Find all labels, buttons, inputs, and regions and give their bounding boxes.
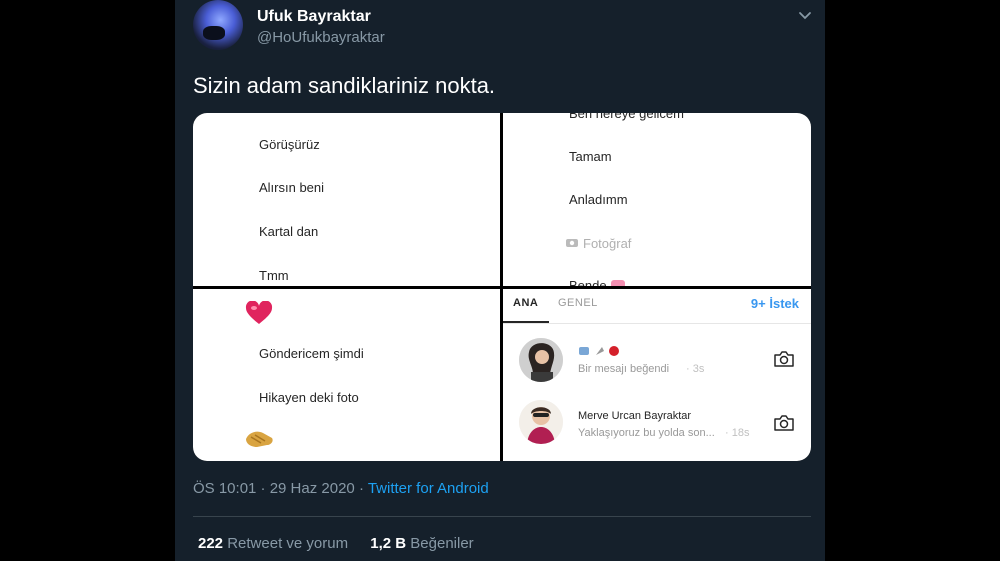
message: Görüşürüz [259,137,320,152]
author-avatar[interactable] [193,0,243,50]
retweets-stat[interactable]: 222 Retweet ve yorum [198,535,348,552]
message: Anladımm [569,192,628,207]
likes-label: Beğeniler [410,535,474,552]
message-cut: Bende [569,278,607,286]
chevron-down-icon[interactable] [796,6,814,24]
tab-divider [503,323,811,324]
tweet-text: Sizin adam sandiklariniz nokta. [193,73,496,98]
thread-title: Merve Urcan Bayraktar [578,410,692,422]
divider [193,516,811,517]
chat-screenshot-3: Göndericem şimdi Hikayen deki foto [193,289,500,461]
tweet-metadata: ÖS 10:01 · 29 Haz 2020 · Twitter for And… [193,480,489,497]
tweet-media[interactable]: Görüşürüz Alırsın beni Kartal dan Tmm Be… [193,113,811,461]
message-cut: Ben nereye gelicem [569,113,684,121]
message: Alırsın beni [259,180,325,195]
tab-genel[interactable]: GENEL [558,297,598,309]
author-name[interactable]: Ufuk Bayraktar [257,8,371,26]
chat-screenshot-1: Görüşürüz Alırsın beni Kartal dan Tmm [193,113,500,286]
message: Tmm [259,268,289,283]
instagram-inbox: ANA GENEL 9+ İstek Bir mesajı beğendi · … [503,289,811,461]
tweet-stats: 222 Retweet ve yorum 1,2 B Beğeniler [198,535,474,552]
thread-preview: Yaklaşıyoruz bu yolda son... [578,427,715,439]
thread-time: · 18s [725,427,750,439]
camera-icon[interactable] [773,413,795,433]
likes-count: 1,2 B [370,535,407,552]
retweets-count: 222 [198,535,224,552]
likes-stat[interactable]: 1,2 B Beğeniler [370,535,473,552]
message-requests-link[interactable]: 9+ İstek [751,296,799,311]
tweet-source-link[interactable]: Twitter for Android [368,480,489,497]
camera-icon[interactable] [773,349,795,369]
heart-icon [245,301,273,324]
avatar [519,338,563,382]
avatar [519,400,563,444]
camera-icon [566,239,578,247]
photo-message: Fotoğraf [583,236,632,251]
chat-screenshot-2: Ben nereye gelicem Tamam Anladımm Fotoğr… [503,113,811,286]
emoji-icons [579,346,619,356]
heart-icon [611,280,625,286]
author-handle[interactable]: @HoUfukbayraktar [257,29,385,46]
tab-ana[interactable]: ANA [513,297,538,309]
tweet-timestamp[interactable]: ÖS 10:01 · 29 Haz 2020 · [193,480,368,497]
message: Hikayen deki foto [259,390,359,405]
message: Kartal dan [259,224,319,239]
message: Göndericem şimdi [259,346,364,361]
handshake-icon [246,431,273,447]
retweets-label: Retweet ve yorum [227,535,349,552]
thread-time: · 3s [686,363,705,375]
message: Tamam [569,149,612,164]
thread-preview: Bir mesajı beğendi [578,363,670,375]
